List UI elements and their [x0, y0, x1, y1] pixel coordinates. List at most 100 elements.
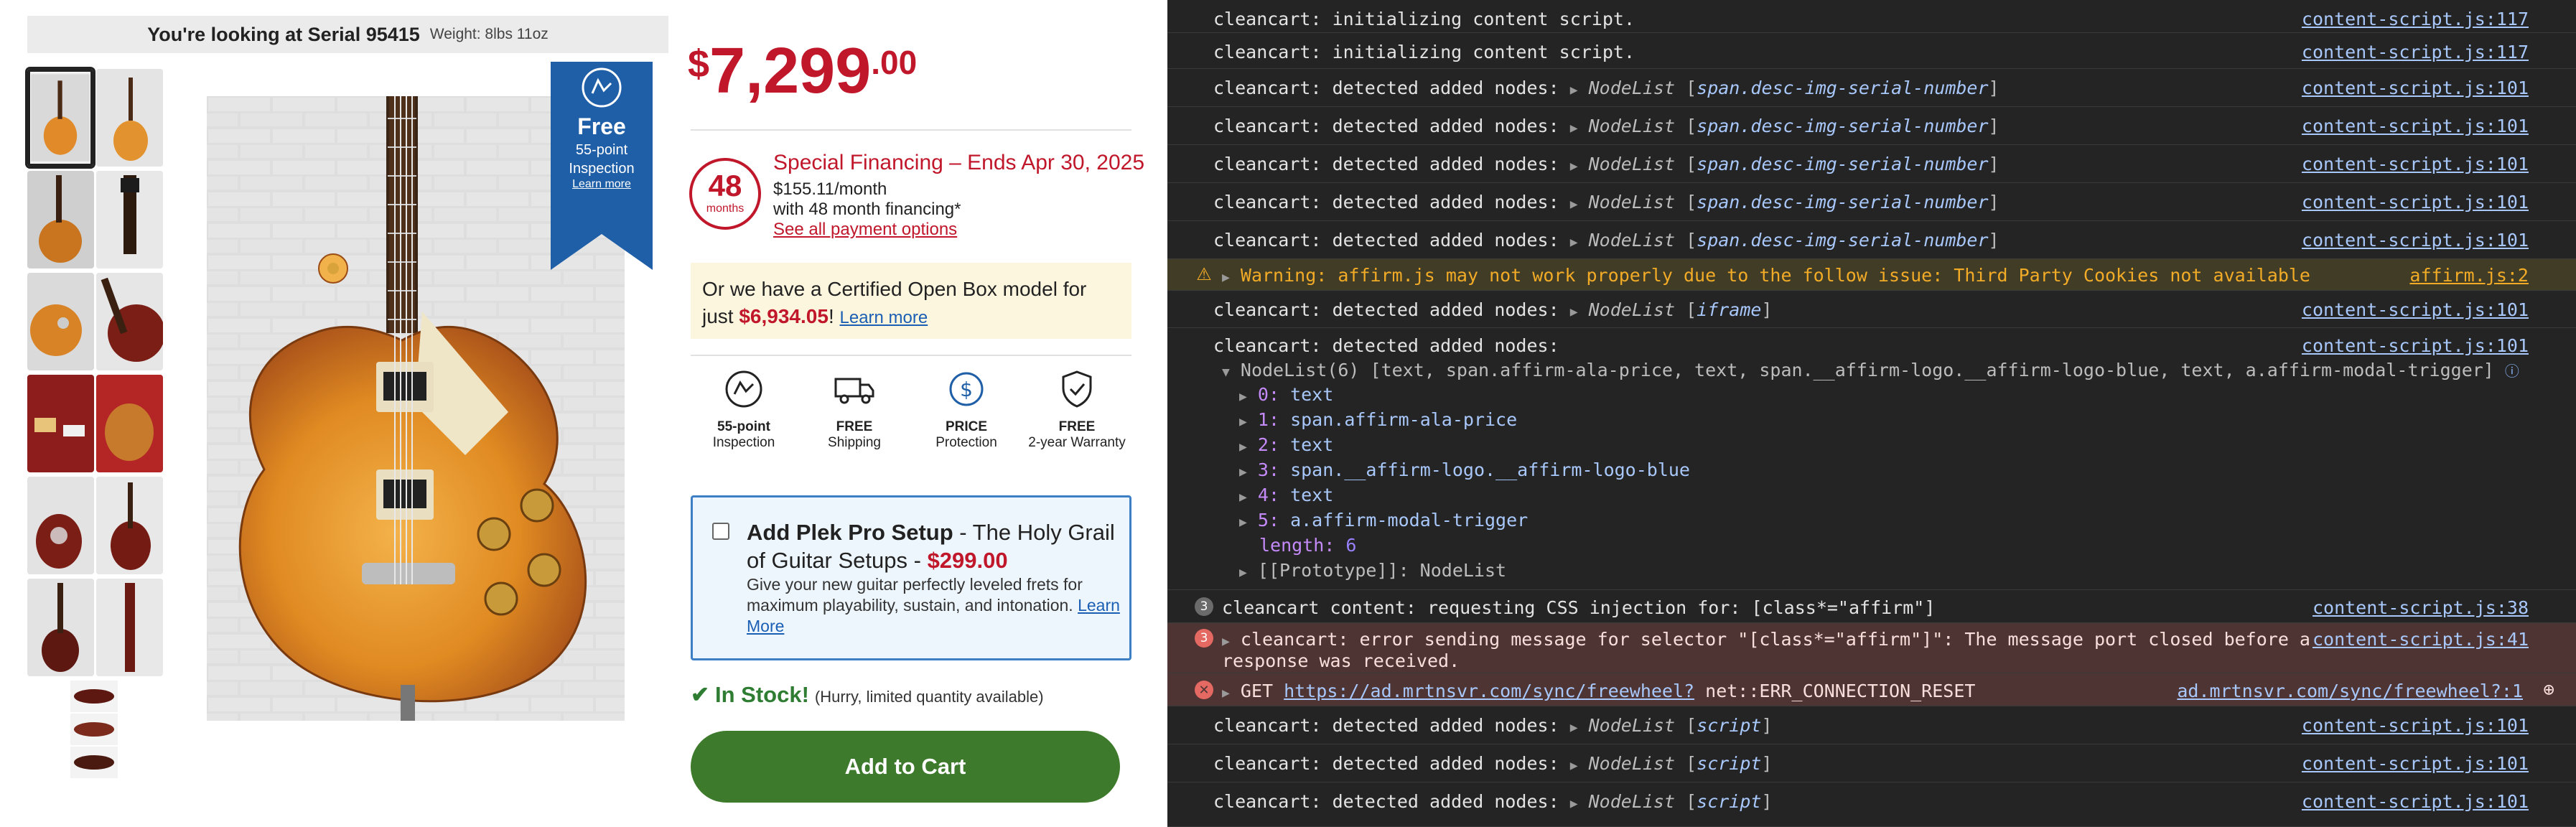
plek-setup-title: Add Plek Pro Setup - The Holy Grail of G… [747, 518, 1120, 574]
source-link[interactable]: content-script.js:117 [2302, 9, 2529, 29]
nodelist-summary: NodeList(6) [text, span.affirm-ala-price… [1240, 360, 2494, 380]
expand-triangle-icon[interactable]: ▶ [1239, 464, 1247, 480]
expand-triangle-icon[interactable]: ▶ [1239, 389, 1247, 404]
expand-triangle-icon[interactable]: ▶ [1239, 414, 1247, 429]
thumbnail-15[interactable] [70, 747, 118, 778]
network-icon[interactable]: ⊕ [2543, 679, 2554, 701]
console-row[interactable]: cleancart: initializing content script. … [1167, 33, 2576, 69]
repeat-count-badge: 3 [1195, 629, 1213, 648]
open-box-price: $6,934.05 [739, 305, 829, 327]
source-link[interactable]: ad.mrtnsvr.com/sync/freewheel?:1 [2177, 681, 2523, 701]
thumbnail-1[interactable] [27, 69, 93, 167]
expand-triangle-icon[interactable]: ▶ [1570, 304, 1578, 319]
source-link[interactable]: content-script.js:101 [2302, 78, 2529, 98]
thumbnail-14[interactable] [70, 714, 118, 745]
expand-triangle-icon[interactable]: ▶ [1222, 270, 1230, 285]
collapse-triangle-icon[interactable]: ▼ [1222, 365, 1230, 380]
payment-options-link[interactable]: See all payment options [773, 220, 957, 240]
node-value: span.__affirm-logo.__affirm-logo-blue [1290, 459, 1690, 480]
thumbnail-12[interactable] [96, 579, 163, 676]
check-icon: ✔ [691, 682, 709, 707]
expand-triangle-icon[interactable]: ▶ [1222, 634, 1230, 649]
add-to-cart-button[interactable]: Add to Cart [691, 731, 1120, 803]
source-link[interactable]: content-script.js:101 [2302, 154, 2529, 174]
source-link[interactable]: content-script.js:101 [2302, 299, 2529, 320]
thumbnail-11[interactable] [27, 579, 94, 676]
console-warning-row[interactable]: ⚠ ▶ Warning: affirm.js may not work prop… [1167, 259, 2576, 291]
expand-triangle-icon[interactable]: ▶ [1570, 197, 1578, 212]
feature-text: 2-year Warranty [1028, 435, 1126, 450]
expand-triangle-icon[interactable]: ▶ [1570, 235, 1578, 250]
thumbnail-5[interactable] [27, 273, 94, 370]
source-link[interactable]: content-script.js:101 [2302, 715, 2529, 736]
console-row[interactable]: cleancart: initializing content script. … [1167, 0, 2576, 33]
expand-triangle-icon[interactable]: ▶ [1239, 515, 1247, 530]
console-message: cleancart: detected added nodes: [1213, 154, 1570, 174]
console-row[interactable]: cleancart: detected added nodes: ▶ NodeL… [1167, 145, 2576, 183]
thumbnail-4[interactable] [96, 171, 163, 268]
console-row[interactable]: cleancart: detected added nodes: ▶ NodeL… [1167, 782, 2576, 827]
plek-setup-checkbox[interactable] [712, 523, 729, 540]
feature-warranty: FREE 2-year Warranty [1027, 366, 1127, 451]
console-message: cleancart: initializing content script. [1213, 9, 1635, 29]
console-message: cleancart: detected added nodes: [1213, 230, 1570, 251]
expand-triangle-icon[interactable]: ▶ [1570, 796, 1578, 811]
plek-title-bold: Add Plek Pro Setup [747, 520, 953, 545]
expand-triangle-icon[interactable]: ▶ [1239, 439, 1247, 454]
price-protection-icon: $ [916, 366, 1017, 412]
source-link[interactable]: content-script.js:101 [2302, 791, 2529, 812]
console-row[interactable]: cleancart: detected added nodes: ▶ NodeL… [1167, 291, 2576, 328]
plek-price: $299.00 [927, 548, 1008, 573]
source-link[interactable]: affirm.js:2 [2409, 265, 2529, 286]
source-link[interactable]: content-script.js:101 [2302, 192, 2529, 212]
open-box-learn-more-link[interactable]: Learn more [840, 308, 928, 327]
console-row[interactable]: cleancart: detected added nodes: ▶ NodeL… [1167, 744, 2576, 782]
info-icon[interactable]: ⓘ [2505, 363, 2519, 380]
console-row[interactable]: cleancart: detected added nodes: ▶ NodeL… [1167, 706, 2576, 744]
request-url-link[interactable]: https://ad.mrtnsvr.com/sync/freewheel? [1284, 681, 1694, 701]
console-row[interactable]: cleancart: detected added nodes: ▶ NodeL… [1167, 183, 2576, 221]
expand-triangle-icon[interactable]: ▶ [1239, 565, 1247, 580]
thumbnail-2[interactable] [96, 69, 163, 167]
source-link[interactable]: content-script.js:101 [2302, 753, 2529, 774]
console-expanded-row[interactable]: cleancart: detected added nodes: content… [1167, 328, 2576, 590]
source-link[interactable]: content-script.js:117 [2302, 42, 2529, 62]
thumbnail-8[interactable] [96, 375, 163, 472]
source-link[interactable]: content-script.js:38 [2313, 597, 2529, 618]
source-link[interactable]: content-script.js:41 [2313, 629, 2529, 650]
error-message-cont: response was received. [1222, 650, 1460, 671]
ribbon-learn-more-link[interactable]: Learn more [551, 178, 653, 191]
thumbnail-6[interactable] [96, 273, 163, 370]
thumbnail-3[interactable] [27, 171, 94, 268]
expand-triangle-icon[interactable]: ▶ [1570, 720, 1578, 735]
feature-bold: 55-point [717, 419, 770, 434]
source-link[interactable]: content-script.js:101 [2302, 116, 2529, 136]
expand-triangle-icon[interactable]: ▶ [1570, 159, 1578, 174]
error-icon: ✕ [1195, 681, 1213, 699]
console-row[interactable]: cleancart: detected added nodes: ▶ NodeL… [1167, 69, 2576, 107]
source-link[interactable]: content-script.js:101 [2302, 335, 2529, 356]
thumbnail-9[interactable] [27, 477, 94, 574]
expand-triangle-icon[interactable]: ▶ [1239, 490, 1247, 505]
thumbnail-13[interactable] [70, 681, 118, 712]
console-message: cleancart: detected added nodes: [1213, 715, 1570, 736]
expand-triangle-icon[interactable]: ▶ [1570, 83, 1578, 98]
thumbnail-7[interactable] [27, 375, 94, 472]
console-network-error-row[interactable]: ✕ ▶ GET https://ad.mrtnsvr.com/sync/free… [1167, 673, 2576, 706]
thumbnail-10[interactable] [96, 477, 163, 574]
console-error-row[interactable]: 3 ▶ cleancart: error sending message for… [1167, 623, 2576, 673]
console-css-row[interactable]: 3 cleancart content: requesting CSS inje… [1167, 590, 2576, 623]
free-inspection-ribbon[interactable]: Free 55-point Inspection Learn more [551, 62, 653, 270]
console-message: cleancart content: requesting CSS inject… [1222, 597, 1936, 618]
node-index: 1: [1257, 409, 1280, 430]
expand-triangle-icon[interactable]: ▶ [1222, 686, 1230, 701]
feature-shipping: FREE Shipping [804, 366, 905, 451]
source-link[interactable]: content-script.js:101 [2302, 230, 2529, 251]
console-row[interactable]: cleancart: detected added nodes: ▶ NodeL… [1167, 221, 2576, 259]
inspection-hand-icon [694, 366, 794, 412]
expand-triangle-icon[interactable]: ▶ [1570, 758, 1578, 773]
console-row[interactable]: cleancart: detected added nodes: ▶ NodeL… [1167, 107, 2576, 145]
expand-triangle-icon[interactable]: ▶ [1570, 121, 1578, 136]
node-index: 5: [1257, 510, 1280, 531]
price-currency: $ [688, 42, 710, 85]
